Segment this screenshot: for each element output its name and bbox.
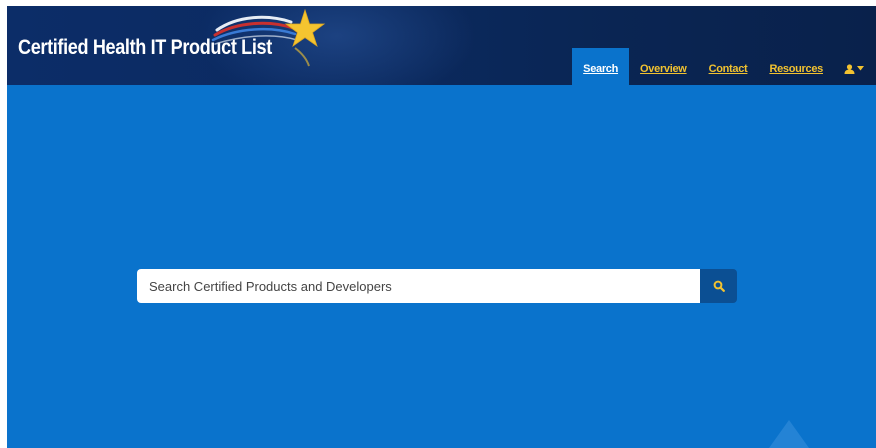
user-icon xyxy=(844,63,855,74)
nav-search[interactable]: Search xyxy=(572,48,630,85)
app-frame: Certified Health IT Product List Search … xyxy=(7,6,876,448)
nav-resources[interactable]: Resources xyxy=(758,48,834,85)
nav-contact[interactable]: Contact xyxy=(698,48,759,85)
search-bar xyxy=(137,269,737,303)
caret-down-icon xyxy=(857,66,864,71)
search-input[interactable] xyxy=(137,269,700,303)
background-triangle-decoration xyxy=(769,420,809,448)
star-swoosh-logo xyxy=(211,8,326,67)
search-button[interactable] xyxy=(700,269,737,303)
search-icon xyxy=(713,280,725,292)
header: Certified Health IT Product List Search … xyxy=(7,6,876,85)
nav-overview[interactable]: Overview xyxy=(629,48,698,85)
main-nav: Search Overview Contact Resources xyxy=(572,48,876,85)
user-menu-button[interactable] xyxy=(834,48,876,85)
